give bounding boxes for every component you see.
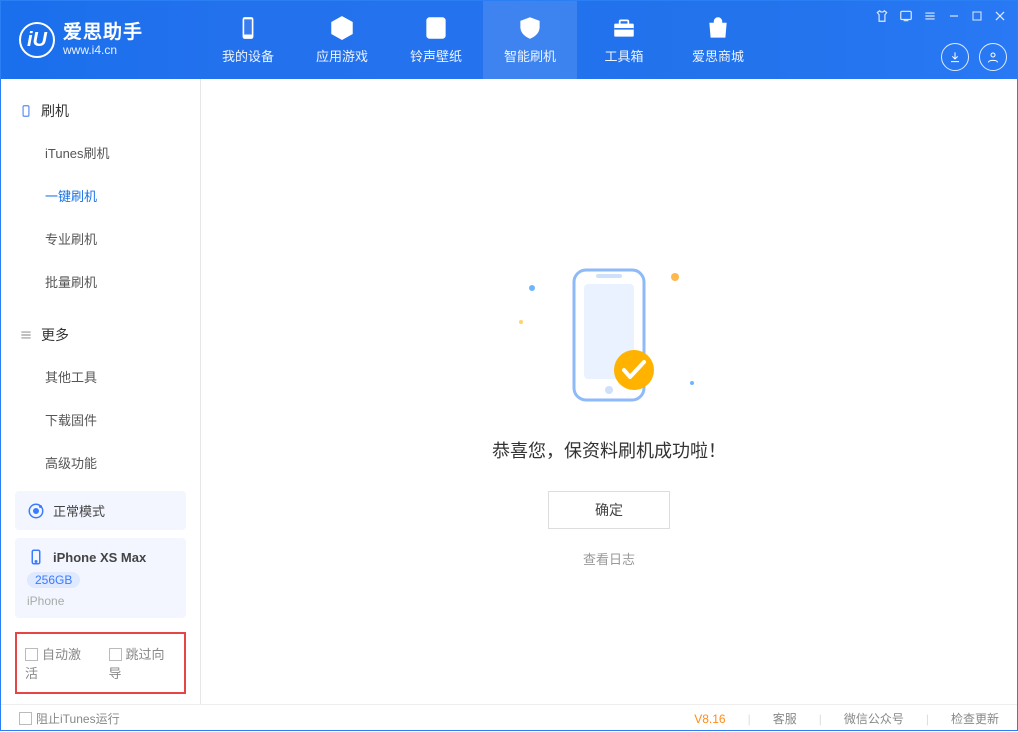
device-type: iPhone [27,594,64,608]
device-block[interactable]: iPhone XS Max 256GB iPhone [15,538,186,618]
footer-link-check-update[interactable]: 检查更新 [951,710,999,727]
checkbox-auto-activate[interactable]: 自动激活 [25,644,93,682]
app-name: 爱思助手 [63,23,143,44]
sidebar-item-download-firmware[interactable]: 下载固件 [45,398,200,441]
minimize-icon[interactable] [947,9,961,23]
sidebar-item-one-click-flash[interactable]: 一键刷机 [45,174,200,217]
window-controls [875,9,1007,23]
footer-link-support[interactable]: 客服 [773,710,797,727]
app-logo-icon: iU [19,22,55,58]
sidebar-group-more: 更多 [1,315,200,355]
list-icon [19,328,33,342]
main-nav: 我的设备 应用游戏 铃声壁纸 智能刷机 工具箱 爱思商城 [201,1,765,79]
version-label[interactable]: V8.16 [694,712,725,726]
device-capacity-badge: 256GB [27,572,80,588]
nav-store[interactable]: 爱思商城 [671,1,765,79]
nav-apps-games[interactable]: 应用游戏 [295,1,389,79]
phone-icon [235,15,261,41]
success-message: 恭喜您，保资料刷机成功啦！ [492,437,726,463]
briefcase-icon [611,15,637,41]
nav-my-device[interactable]: 我的设备 [201,1,295,79]
maximize-icon[interactable] [971,10,983,22]
sidebar-item-pro-flash[interactable]: 专业刷机 [45,217,200,260]
close-icon[interactable] [993,9,1007,23]
mode-block[interactable]: 正常模式 [15,491,186,530]
mode-label: 正常模式 [53,501,105,520]
device-icon [19,104,33,118]
sidebar-item-advanced[interactable]: 高级功能 [45,441,200,484]
view-log-link[interactable]: 查看日志 [583,549,635,568]
device-name: iPhone XS Max [53,550,146,565]
user-account-button[interactable] [979,43,1007,71]
main-content: 恭喜您，保资料刷机成功啦！ 确定 查看日志 [201,79,1017,704]
sidebar-item-batch-flash[interactable]: 批量刷机 [45,260,200,303]
shopping-bag-icon [705,15,731,41]
menu-icon[interactable] [923,9,937,23]
mode-icon [27,502,45,520]
cube-icon [329,15,355,41]
status-bar: 阻止iTunes运行 V8.16 | 客服 | 微信公众号 | 检查更新 [1,704,1017,732]
checkbox-block-itunes[interactable]: 阻止iTunes运行 [19,710,120,727]
sidebar-group-flash: 刷机 [1,91,200,131]
account-area [941,43,1007,71]
feedback-icon[interactable] [899,9,913,23]
phone-device-icon [27,548,45,566]
logo-area: iU 爱思助手 www.i4.cn [1,22,201,58]
sidebar-item-itunes-flash[interactable]: iTunes刷机 [45,131,200,174]
nav-smart-flash[interactable]: 智能刷机 [483,1,577,79]
title-bar: iU 爱思助手 www.i4.cn 我的设备 应用游戏 铃声壁纸 智能刷机 工具… [1,1,1017,79]
checkbox-skip-guide[interactable]: 跳过向导 [109,644,177,682]
nav-toolbox[interactable]: 工具箱 [577,1,671,79]
app-url: www.i4.cn [63,44,143,57]
footer-link-wechat[interactable]: 微信公众号 [844,710,904,727]
sidebar-item-other-tools[interactable]: 其他工具 [45,355,200,398]
nav-ringtone-wallpaper[interactable]: 铃声壁纸 [389,1,483,79]
success-illustration [519,255,699,415]
phone-success-icon [554,260,664,410]
ok-button[interactable]: 确定 [548,491,670,529]
download-button[interactable] [941,43,969,71]
flash-options-highlighted: 自动激活 跳过向导 [15,632,186,694]
refresh-shield-icon [517,15,543,41]
tshirt-icon[interactable] [875,9,889,23]
music-note-icon [423,15,449,41]
sidebar: 刷机 iTunes刷机 一键刷机 专业刷机 批量刷机 更多 其他工具 下载固件 … [1,79,201,704]
